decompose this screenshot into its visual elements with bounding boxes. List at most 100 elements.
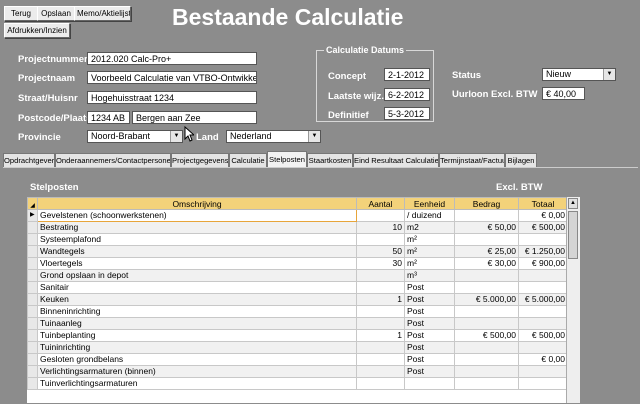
table-row[interactable]: Gesloten grondbelans Post € 0,00 [27,353,568,366]
cell-aantal[interactable] [356,281,405,294]
cell-eenheid[interactable]: m³ [404,269,455,282]
cell-eenheid[interactable]: / duizend [404,209,455,222]
cell-totaal[interactable] [518,233,568,246]
table-row[interactable]: Keuken 1 Post € 5.000,00 € 5.000,00 [27,293,568,306]
cell-bedrag[interactable]: € 500,00 [454,329,519,342]
table-row[interactable]: ▶ Gevelstenen (schoonwerkstenen) / duizend… [27,209,568,222]
cell-bedrag[interactable] [454,377,519,390]
chevron-down-icon[interactable]: ▼ [170,131,182,142]
table-row[interactable]: Sanitair Post [27,281,568,294]
column-header-omschrijving[interactable]: Omschrijving [37,197,357,210]
row-selector[interactable] [27,317,38,330]
land-select[interactable]: Nederland ▼ [226,130,321,143]
column-header-totaal[interactable]: Totaal [518,197,568,210]
row-selector[interactable] [27,233,38,246]
table-row[interactable]: Binneninrichting Post [27,305,568,318]
table-row[interactable]: Tuinbeplanting 1 Post € 500,00 € 500,00 [27,329,568,342]
column-header-aantal[interactable]: Aantal [356,197,405,210]
row-selector[interactable]: ▶ [27,209,38,222]
cell-bedrag[interactable] [454,233,519,246]
cell-totaal[interactable]: € 500,00 [518,329,568,342]
cell-eenheid[interactable]: Post [404,293,455,306]
cell-aantal[interactable] [356,365,405,378]
grid-vertical-scrollbar[interactable]: ▲ [566,197,580,403]
cell-aantal[interactable] [356,305,405,318]
tab-opdrachtgever[interactable]: Opdrachtgever [3,153,55,167]
cell-totaal[interactable] [518,377,568,390]
cell-bedrag[interactable]: € 5.000,00 [454,293,519,306]
row-selector[interactable] [27,377,38,390]
cell-aantal[interactable]: 1 [356,329,405,342]
save-button[interactable]: Opslaan [37,6,75,21]
cell-aantal[interactable] [356,269,405,282]
laatste-wijz-date-input[interactable]: 6-2-2012 [384,88,430,101]
cell-omschrijving[interactable]: Tuinaanleg [37,317,357,330]
back-button[interactable]: Terug [4,6,38,21]
cell-omschrijving[interactable]: Verlichtingsarmaturen (binnen) [37,365,357,378]
postcode-input[interactable]: 1234 AB [87,111,130,124]
cell-eenheid[interactable]: m² [404,257,455,270]
cell-omschrijving[interactable]: Tuinbeplanting [37,329,357,342]
row-selector[interactable] [27,257,38,270]
row-selector[interactable] [27,329,38,342]
table-row[interactable]: Vloertegels 30 m² € 30,00 € 900,00 [27,257,568,270]
cell-totaal[interactable]: € 1.250,00 [518,245,568,258]
tab-bijlagen[interactable]: Bijlagen [505,153,537,167]
cell-omschrijving[interactable]: Gesloten grondbelans [37,353,357,366]
row-selector[interactable] [27,365,38,378]
cell-bedrag[interactable] [454,353,519,366]
row-selector[interactable] [27,353,38,366]
cell-bedrag[interactable]: € 30,00 [454,257,519,270]
row-selector-header[interactable]: ◢ [27,197,38,210]
tab-calculatie[interactable]: Calculatie [229,153,267,167]
cell-omschrijving[interactable]: Sanitair [37,281,357,294]
cell-eenheid[interactable] [404,377,455,390]
cell-eenheid[interactable]: Post [404,365,455,378]
cell-eenheid[interactable]: m2 [404,221,455,234]
tab-onderaannemers[interactable]: Onderaannemers/Contactpersonen [55,153,171,167]
projectnaam-input[interactable]: Voorbeeld Calculatie van VTBO-Ontwikkeli… [87,71,257,84]
cell-omschrijving[interactable]: Grond opslaan in depot [37,269,357,282]
table-row[interactable]: Tuinaanleg Post [27,317,568,330]
cell-totaal[interactable]: € 0,00 [518,353,568,366]
cell-totaal[interactable] [518,269,568,282]
cell-eenheid[interactable]: Post [404,341,455,354]
cell-aantal[interactable]: 10 [356,221,405,234]
cell-bedrag[interactable] [454,341,519,354]
tab-stelposten[interactable]: Stelposten [267,151,307,168]
cell-aantal[interactable] [356,341,405,354]
cell-totaal[interactable] [518,281,568,294]
cell-bedrag[interactable] [454,281,519,294]
cell-omschrijving[interactable]: Gevelstenen (schoonwerkstenen) [37,209,357,222]
cell-omschrijving[interactable]: Tuinverlichtingsarmaturen [37,377,357,390]
row-selector[interactable] [27,341,38,354]
provincie-select[interactable]: Noord-Brabant ▼ [87,130,183,143]
column-header-eenheid[interactable]: Eenheid [404,197,455,210]
column-header-bedrag[interactable]: Bedrag [454,197,519,210]
cell-aantal[interactable] [356,377,405,390]
row-selector[interactable] [27,305,38,318]
print-button[interactable]: Afdrukken/Inzien [4,23,70,38]
uurloon-input[interactable]: € 40,00 [542,87,585,100]
row-selector[interactable] [27,269,38,282]
cell-aantal[interactable]: 1 [356,293,405,306]
cell-omschrijving[interactable]: Bestrating [37,221,357,234]
chevron-down-icon[interactable]: ▼ [603,69,615,80]
row-selector[interactable] [27,245,38,258]
cell-bedrag[interactable] [454,305,519,318]
cell-totaal[interactable]: € 900,00 [518,257,568,270]
row-selector[interactable] [27,281,38,294]
cell-totaal[interactable]: € 5.000,00 [518,293,568,306]
cell-eenheid[interactable]: m² [404,233,455,246]
cell-totaal[interactable] [518,341,568,354]
cell-eenheid[interactable]: Post [404,317,455,330]
table-row[interactable]: Wandtegels 50 m² € 25,00 € 1.250,00 [27,245,568,258]
memo-button[interactable]: Memo/Aktielijst [74,6,131,21]
table-row[interactable]: Verlichtingsarmaturen (binnen) Post [27,365,568,378]
cell-omschrijving[interactable]: Binneninrichting [37,305,357,318]
status-select[interactable]: Nieuw ▼ [542,68,616,81]
cell-bedrag[interactable] [454,209,519,222]
cell-totaal[interactable] [518,365,568,378]
cell-bedrag[interactable] [454,365,519,378]
cell-eenheid[interactable]: Post [404,329,455,342]
